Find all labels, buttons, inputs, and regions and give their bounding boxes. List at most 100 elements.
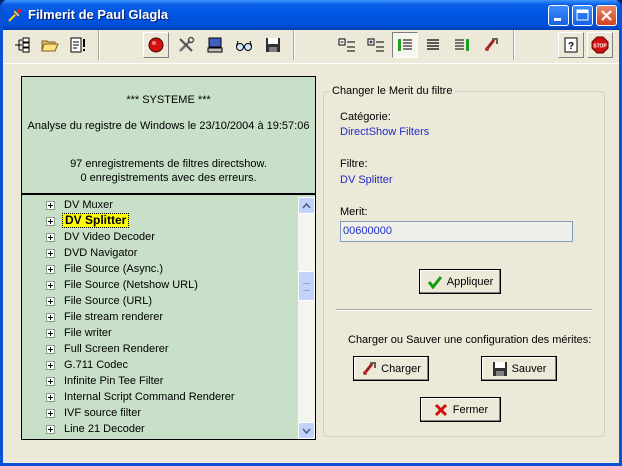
merit-group-box — [323, 91, 605, 437]
tree-item-label: Full Screen Renderer — [64, 343, 169, 355]
computer-button[interactable] — [202, 32, 228, 58]
save-icon — [492, 361, 507, 376]
tree-item-label: DV Muxer — [64, 199, 113, 211]
tree-item[interactable]: DVD Navigator — [22, 245, 298, 261]
expand-plus-icon[interactable] — [46, 201, 55, 210]
summary-count: 97 enregistrements de filtres directshow… — [70, 158, 267, 170]
save-icon — [266, 38, 280, 52]
tree-item-label: IVF source filter — [64, 407, 142, 419]
expand-plus-icon[interactable] — [46, 377, 55, 386]
tree-item[interactable]: IVF source filter — [22, 405, 298, 421]
expand-plus-icon[interactable] — [46, 233, 55, 242]
list-button[interactable] — [420, 32, 446, 58]
open-button[interactable] — [37, 32, 63, 58]
merit-icon — [362, 361, 377, 375]
tree-item[interactable]: File stream renderer — [22, 309, 298, 325]
filter-label: Filtre: — [340, 158, 368, 170]
expand-plus-icon[interactable] — [46, 329, 55, 338]
filter-list-pane: *** SYSTEME *** Analyse du registre de W… — [21, 76, 316, 440]
scroll-thumb[interactable] — [298, 271, 315, 301]
minimize-button[interactable] — [548, 5, 569, 26]
filter-tree[interactable]: DV Muxer DV Splitter DV Video Decoder DVD N… — [22, 197, 298, 439]
toolbar-separator — [98, 30, 100, 60]
tools-button[interactable] — [173, 32, 199, 58]
tree-item[interactable]: File Source (Async.) — [22, 261, 298, 277]
app-icon — [8, 9, 21, 22]
checkmark-icon — [427, 275, 442, 289]
apply-button[interactable]: Appliquer — [419, 269, 501, 294]
list-green-2-button[interactable] — [449, 32, 475, 58]
category-value: DirectShow Filters — [340, 126, 430, 138]
summary-errors: 0 enregistrements avec des erreurs. — [80, 172, 257, 184]
expand-button[interactable] — [363, 32, 389, 58]
tree-item[interactable]: File writer — [22, 325, 298, 341]
tree-item[interactable]: File Source (URL) — [22, 293, 298, 309]
maximize-button[interactable] — [572, 5, 593, 26]
tools-icon — [179, 36, 195, 52]
tree-item-label: DV Video Decoder — [64, 231, 155, 243]
expand-plus-icon[interactable] — [46, 425, 55, 434]
expand-plus-icon[interactable] — [46, 249, 55, 258]
help-icon: ? — [564, 37, 578, 53]
record-button[interactable] — [143, 32, 169, 58]
save-button-label: Sauver — [511, 362, 547, 375]
load-button[interactable]: Charger — [353, 356, 429, 381]
scroll-up-button[interactable] — [298, 197, 315, 214]
tree-item[interactable]: File Source (Netshow URL) — [22, 277, 298, 293]
tree-item-label: DVD Navigator — [64, 247, 138, 259]
tree-item[interactable]: DV Splitter — [22, 213, 298, 229]
app-window: Filmerit de Paul Glagla ? STOP *** SYSTE… — [0, 0, 622, 466]
expand-plus-icon[interactable] — [46, 345, 55, 354]
expand-plus-icon[interactable] — [46, 393, 55, 402]
tree-item-label: File Source (Netshow URL) — [64, 279, 198, 291]
tree-item[interactable]: Internal Script Command Renderer — [22, 389, 298, 405]
config-caption: Charger ou Sauver une configuration des … — [348, 334, 592, 346]
collapse-button[interactable] — [334, 32, 360, 58]
chevron-up-icon — [302, 202, 311, 209]
expand-plus-icon[interactable] — [46, 265, 55, 274]
merit-button[interactable] — [478, 32, 504, 58]
window-title: Filmerit de Paul Glagla — [28, 7, 169, 22]
summary-date: Analyse du registre de Windows le 23/10/… — [27, 120, 310, 132]
apply-button-label: Appliquer — [446, 275, 494, 288]
help-button[interactable]: ? — [558, 32, 584, 58]
list-green-icon — [398, 39, 412, 51]
record-icon — [148, 37, 164, 53]
expand-plus-icon[interactable] — [46, 313, 55, 322]
expand-plus-icon[interactable] — [46, 361, 55, 370]
tree-view-button[interactable] — [9, 32, 35, 58]
list-green-2-icon — [455, 39, 469, 51]
tree-item[interactable]: Infinite Pin Tee Filter — [22, 373, 298, 389]
list-green-button[interactable] — [392, 32, 418, 58]
tree-item[interactable]: Line 21 Decoder — [22, 421, 298, 437]
stop-button[interactable]: STOP — [587, 32, 613, 58]
expand-plus-icon[interactable] — [46, 297, 55, 306]
tree-item[interactable]: DV Video Decoder — [22, 229, 298, 245]
open-folder-icon — [41, 40, 59, 52]
merit-label: Merit: — [340, 206, 368, 218]
save-toolbar-button[interactable] — [260, 32, 286, 58]
report-button[interactable] — [65, 32, 91, 58]
view-button[interactable] — [231, 32, 257, 58]
scroll-down-button[interactable] — [298, 422, 315, 439]
tree-item[interactable]: G.711 Codec — [22, 357, 298, 373]
minimize-icon — [554, 18, 561, 21]
computer-icon — [207, 37, 223, 53]
expand-plus-icon[interactable] — [46, 217, 55, 226]
svg-text:?: ? — [568, 41, 574, 52]
close-icon — [601, 10, 612, 21]
tree-scrollbar[interactable] — [298, 197, 315, 439]
close-window-button[interactable] — [596, 5, 617, 26]
merit-input[interactable]: 00600000 — [340, 221, 573, 242]
tree-item[interactable]: DV Muxer — [22, 197, 298, 213]
report-icon — [70, 37, 85, 53]
maximize-icon — [576, 9, 589, 21]
title-bar[interactable]: Filmerit de Paul Glagla — [3, 0, 619, 30]
expand-plus-icon[interactable] — [46, 409, 55, 418]
close-button[interactable]: Fermer — [420, 397, 501, 422]
expand-plus-icon[interactable] — [46, 281, 55, 290]
tree-item[interactable]: Full Screen Renderer — [22, 341, 298, 357]
tree-item-label: File Source (Async.) — [64, 263, 164, 275]
save-button[interactable]: Sauver — [481, 356, 557, 381]
tree-item-label: Internal Script Command Renderer — [64, 391, 235, 403]
